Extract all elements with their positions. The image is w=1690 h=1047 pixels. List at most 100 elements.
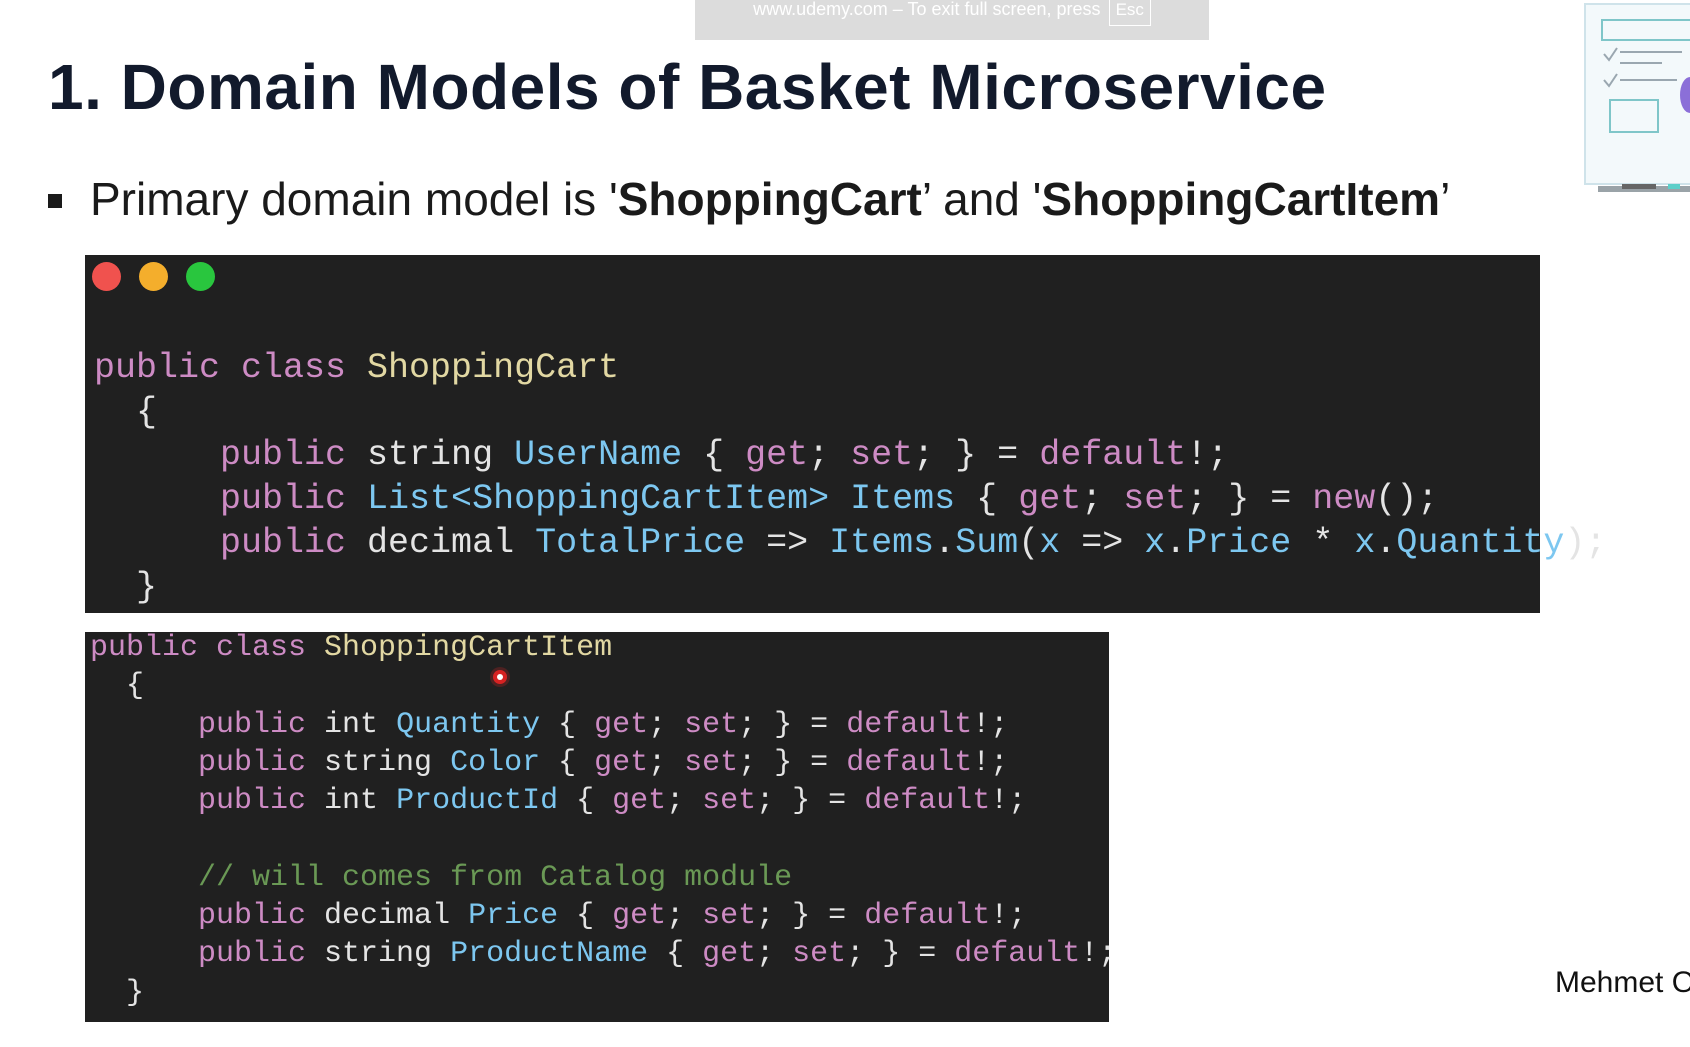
code-token: } (94, 566, 158, 607)
code-token: ; } = (738, 707, 847, 742)
code-token: default (846, 707, 973, 742)
code-token: ; } = (1186, 479, 1313, 520)
code-token: TotalPrice (535, 522, 746, 563)
code-token: public (90, 784, 325, 819)
code-token: ShoppingCart (367, 348, 620, 388)
code-token: !; (972, 707, 1009, 742)
code-token: { (90, 669, 145, 704)
code-token: set (792, 937, 847, 972)
fullscreen-notice-text: www.udemy.com – To exit full screen, pre… (753, 0, 1101, 19)
code-token: new (1312, 479, 1376, 520)
bullet-suffix: ’ (1440, 173, 1451, 225)
code-token: default (846, 745, 973, 780)
bullet-item: Primary domain model is ' ShoppingCart’ a… (48, 172, 1450, 226)
code-line: public string Color { get; set; } = defa… (90, 744, 1116, 782)
code-token: ); (1564, 522, 1607, 563)
code-line: public string ProductName { get; set; } … (90, 935, 1116, 973)
code-token: // will comes from Catalog module (90, 860, 793, 895)
code-line: // will comes from Catalog module (90, 859, 1116, 897)
code-token: get (702, 937, 757, 972)
code-token: ; (648, 707, 685, 742)
code-token: get (612, 899, 667, 934)
code-token: default (1039, 435, 1187, 476)
code-token: ProductName (450, 937, 649, 972)
bullet-model-1: ShoppingCart (617, 173, 922, 225)
code-line: } (90, 974, 1116, 1012)
code-token: ; } = (738, 745, 847, 780)
code-token: string (324, 745, 451, 780)
code-line: } (94, 566, 1606, 610)
code-token: public (94, 435, 368, 476)
code-token: . (1375, 522, 1397, 563)
code-token: string (324, 937, 451, 972)
fullscreen-notice: www.udemy.com – To exit full screen, pre… (695, 0, 1209, 40)
code-token: public (94, 479, 368, 520)
pointer-cursor-icon (493, 670, 507, 684)
code-token: public (90, 899, 325, 934)
code-token: ; (1081, 479, 1124, 520)
code-token: { (540, 707, 595, 742)
code-token: => (745, 522, 830, 563)
code-token: int (324, 784, 397, 819)
code-token: public (90, 745, 325, 780)
code-token: { (558, 784, 613, 819)
code-line: public class ShoppingCart (94, 347, 1606, 391)
code-token: } (90, 975, 145, 1010)
code-token: { (955, 479, 1019, 520)
code-token: decimal (324, 899, 469, 934)
code-line: public int ProductId { get; set; } = def… (90, 782, 1116, 820)
code-token: x (1144, 522, 1166, 563)
code-token: !; (990, 899, 1027, 934)
code-token: Quantity (396, 707, 541, 742)
code-token: { (540, 745, 595, 780)
code-token: !; (990, 784, 1027, 819)
code-token: => (1060, 522, 1145, 563)
code-line: { (90, 667, 1116, 705)
code-token: set (684, 707, 739, 742)
bullet-model-2: ShoppingCartItem (1041, 173, 1441, 225)
code-token: ( (1018, 522, 1040, 563)
code-token: { (94, 391, 158, 432)
code-token: !; (1080, 937, 1117, 972)
code-token: public class (94, 348, 368, 388)
code-token: get (1018, 479, 1082, 520)
author-name: Mehmet O (1555, 966, 1690, 999)
code-token: get (594, 745, 649, 780)
code-token: x (1354, 522, 1376, 563)
code-token: default (864, 784, 991, 819)
code-token: * (1291, 522, 1355, 563)
code-token: ; (666, 784, 703, 819)
code-token: ProductId (396, 784, 559, 819)
whiteboard-thumbnail-icon (1582, 0, 1690, 200)
close-dot-icon (92, 262, 121, 291)
code-token: { (682, 435, 746, 476)
code-token: . (934, 522, 956, 563)
bullet-prefix: Primary domain model is ' (90, 173, 618, 225)
code-token: ; (666, 899, 703, 934)
square-bullet-icon (48, 194, 62, 208)
code-token: ; (648, 745, 685, 780)
code-token: ; (808, 435, 851, 476)
code-token: !; (972, 745, 1009, 780)
window-controls (92, 262, 215, 291)
code-line: public class ShoppingCartItem (90, 629, 1116, 667)
minimize-dot-icon (139, 262, 168, 291)
code-token: Price (468, 899, 559, 934)
code-token: { (648, 937, 703, 972)
code-token: ShoppingCartItem (324, 631, 613, 665)
code-line: public decimal Price { get; set; } = def… (90, 897, 1116, 935)
code-token: (); (1375, 479, 1439, 520)
code-token: ; } = (846, 937, 955, 972)
code-token: decimal (367, 522, 536, 563)
code-token: set (850, 435, 914, 476)
code-token: x (1039, 522, 1061, 563)
code-token: Sum (955, 522, 1019, 563)
code-token: ; } = (756, 784, 865, 819)
code-panel-shopping-cart-item: public class ShoppingCartItem { public i… (85, 631, 1116, 1022)
code-token: ; (756, 937, 793, 972)
code-token: get (612, 784, 667, 819)
code-line: public string UserName { get; set; } = d… (94, 434, 1606, 478)
code-token: set (702, 784, 757, 819)
code-token: ; } = (913, 435, 1040, 476)
code-token: ; } = (756, 899, 865, 934)
